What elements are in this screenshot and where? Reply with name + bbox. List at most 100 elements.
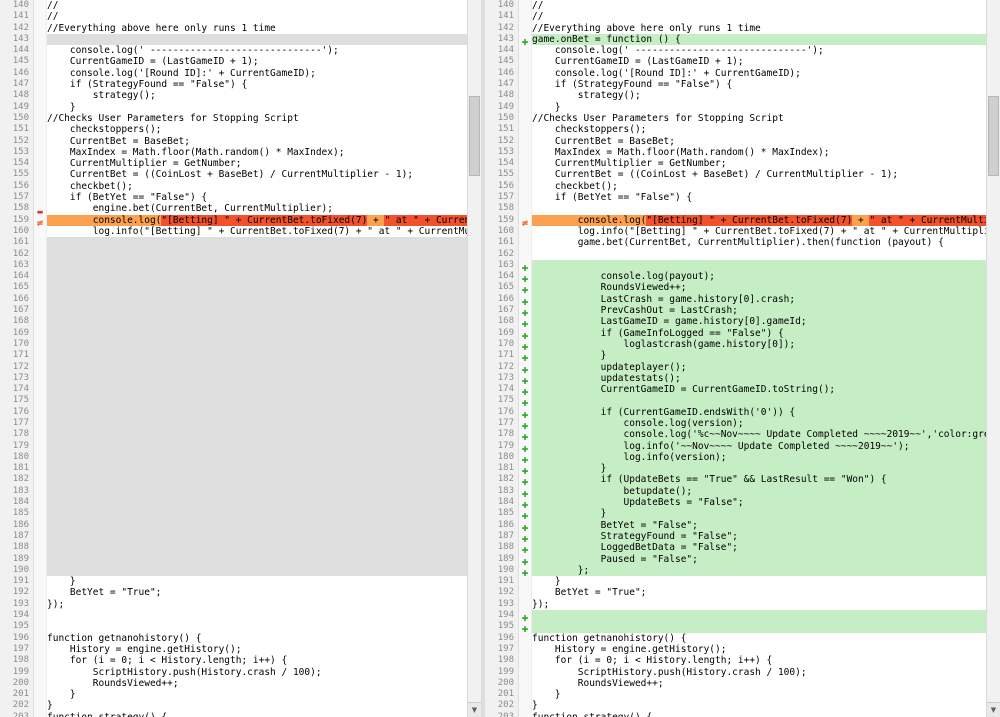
code-text[interactable]: //: [47, 0, 467, 11]
code-text[interactable]: }: [47, 700, 467, 711]
code-text[interactable]: RoundsViewed++;: [532, 282, 986, 293]
code-text[interactable]: loglastcrash(game.history[0]);: [532, 339, 986, 350]
code-text[interactable]: game.bet(CurrentBet, CurrentMultiplier).…: [532, 237, 986, 248]
code-text[interactable]: log.info('~~Nov~~~~ Update Completed ~~~…: [532, 441, 986, 452]
code-text[interactable]: [47, 350, 467, 361]
code-text[interactable]: }: [532, 350, 986, 361]
code-text[interactable]: [47, 316, 467, 327]
right-scrollbar-down-arrow[interactable]: ▼: [987, 702, 1000, 717]
code-text[interactable]: Paused = "False";: [532, 554, 986, 565]
code-text[interactable]: //: [532, 11, 986, 22]
code-text[interactable]: if (StrategyFound == "False") {: [47, 79, 467, 90]
code-text[interactable]: CurrentMultiplier = GetNumber;: [47, 158, 467, 169]
left-scrollbar-down-arrow[interactable]: ▼: [468, 702, 481, 717]
code-text[interactable]: }: [532, 689, 986, 700]
code-text[interactable]: console.log('[Round ID]:' + CurrentGameI…: [47, 68, 467, 79]
code-text[interactable]: LoggedBetData = "False";: [532, 542, 986, 553]
code-text[interactable]: BetYet = "True";: [532, 587, 986, 598]
code-text[interactable]: [47, 452, 467, 463]
code-text[interactable]: PrevCashOut = LastCrash;: [532, 305, 986, 316]
code-text[interactable]: log.info(version);: [532, 452, 986, 463]
right-scrollbar-thumb[interactable]: [988, 96, 999, 176]
code-text[interactable]: [47, 339, 467, 350]
code-text[interactable]: [47, 474, 467, 485]
code-text[interactable]: BetYet = "True";: [47, 587, 467, 598]
code-text[interactable]: [47, 282, 467, 293]
code-text[interactable]: console.log('[Round ID]:' + CurrentGameI…: [532, 68, 986, 79]
code-text[interactable]: [47, 610, 467, 621]
code-text[interactable]: [47, 305, 467, 316]
code-text[interactable]: [532, 260, 986, 271]
code-text[interactable]: [47, 542, 467, 553]
code-text[interactable]: [47, 621, 467, 632]
code-text[interactable]: [47, 362, 467, 373]
code-text[interactable]: [47, 418, 467, 429]
code-text[interactable]: History = engine.getHistory();: [532, 644, 986, 655]
code-text[interactable]: ScriptHistory.push(History.crash / 100);: [532, 667, 986, 678]
code-text[interactable]: [47, 260, 467, 271]
code-text[interactable]: ScriptHistory.push(History.crash / 100);: [47, 667, 467, 678]
code-text[interactable]: console.log(' --------------------------…: [532, 45, 986, 56]
code-text[interactable]: MaxIndex = Math.floor(Math.random() * Ma…: [47, 147, 467, 158]
code-text[interactable]: console.log(' --------------------------…: [47, 45, 467, 56]
code-text[interactable]: //Checks User Parameters for Stopping Sc…: [47, 113, 467, 124]
code-text[interactable]: }: [532, 102, 986, 113]
code-text[interactable]: log.info("[Betting] " + CurrentBet.toFix…: [47, 226, 467, 237]
code-text[interactable]: RoundsViewed++;: [47, 678, 467, 689]
code-text[interactable]: console.log(version);: [532, 418, 986, 429]
code-text[interactable]: [532, 249, 986, 260]
code-text[interactable]: LastCrash = game.history[0].crash;: [532, 294, 986, 305]
code-text[interactable]: CurrentGameID = (LastGameID + 1);: [47, 56, 467, 67]
code-text[interactable]: [532, 621, 986, 632]
code-text[interactable]: }: [47, 576, 467, 587]
code-text[interactable]: }: [532, 508, 986, 519]
code-text[interactable]: }: [532, 700, 986, 711]
code-text[interactable]: [47, 249, 467, 260]
code-text[interactable]: [47, 395, 467, 406]
code-text[interactable]: if (GameInfoLogged == "False") {: [532, 328, 986, 339]
code-text[interactable]: if (BetYet == "False") {: [532, 192, 986, 203]
code-text[interactable]: [47, 34, 467, 45]
code-text[interactable]: CurrentBet = ((CoinLost + BaseBet) / Cur…: [532, 169, 986, 180]
code-text[interactable]: CurrentBet = BaseBet;: [532, 136, 986, 147]
code-text[interactable]: }: [47, 689, 467, 700]
code-text[interactable]: [47, 429, 467, 440]
code-text[interactable]: function strategy() {: [532, 712, 986, 717]
code-text[interactable]: [47, 407, 467, 418]
code-text[interactable]: for (i = 0; i < History.length; i++) {: [532, 655, 986, 666]
code-text[interactable]: console.log('%c~~Nov~~~~ Update Complete…: [532, 429, 986, 440]
code-text[interactable]: //Everything above here only runs 1 time: [47, 23, 467, 34]
code-text[interactable]: [47, 237, 467, 248]
code-text[interactable]: [47, 328, 467, 339]
code-text[interactable]: if (BetYet == "False") {: [47, 192, 467, 203]
code-text[interactable]: CurrentGameID = CurrentGameID.toString()…: [532, 384, 986, 395]
code-text[interactable]: [47, 497, 467, 508]
code-text[interactable]: strategy();: [47, 90, 467, 101]
code-text[interactable]: };: [532, 565, 986, 576]
code-text[interactable]: if (StrategyFound == "False") {: [532, 79, 986, 90]
code-text[interactable]: console.log("[Betting] " + CurrentBet.to…: [532, 215, 986, 226]
code-text[interactable]: checkbet();: [47, 181, 467, 192]
code-text[interactable]: strategy();: [532, 90, 986, 101]
code-text[interactable]: log.info("[Betting] " + CurrentBet.toFix…: [532, 226, 986, 237]
code-text[interactable]: [47, 271, 467, 282]
code-text[interactable]: LastGameID = game.history[0].gameId;: [532, 316, 986, 327]
code-text[interactable]: //: [47, 11, 467, 22]
code-text[interactable]: [47, 508, 467, 519]
code-text[interactable]: [47, 486, 467, 497]
code-text[interactable]: StrategyFound = "False";: [532, 531, 986, 542]
code-text[interactable]: }: [532, 576, 986, 587]
right-vertical-scrollbar[interactable]: ▼: [986, 0, 1000, 717]
code-text[interactable]: [47, 441, 467, 452]
code-text[interactable]: function getnanohistory() {: [532, 633, 986, 644]
code-text[interactable]: console.log(payout);: [532, 271, 986, 282]
left-vertical-scrollbar[interactable]: ▼: [467, 0, 481, 717]
code-text[interactable]: checkstoppers();: [47, 124, 467, 135]
code-text[interactable]: [47, 554, 467, 565]
code-text[interactable]: if (UpdateBets == "True" && LastResult =…: [532, 474, 986, 485]
code-text[interactable]: [532, 610, 986, 621]
code-text[interactable]: [47, 565, 467, 576]
code-text[interactable]: [47, 373, 467, 384]
left-scrollbar-thumb[interactable]: [469, 96, 480, 176]
code-text[interactable]: [532, 395, 986, 406]
